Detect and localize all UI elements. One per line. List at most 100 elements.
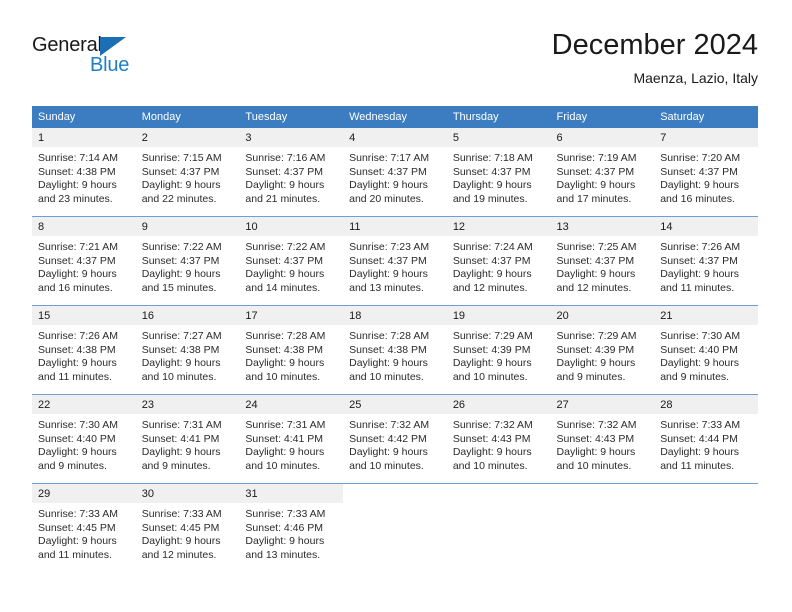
calendar-day-cell [446,483,551,572]
day-number: 21 [654,306,758,325]
calendar-day-cell[interactable]: 9 Sunrise: 7:22 AM Sunset: 4:37 PM Daylight… [135,216,240,306]
day-sun-info: Sunrise: 7:20 AM Sunset: 4:37 PM Daylight:… [654,147,758,206]
calendar-day-cell [550,483,655,572]
sunrise-text: Sunrise: 7:31 AM [141,419,222,431]
calendar-day-cell[interactable]: 20 Sunrise: 7:29 AM Sunset: 4:39 PM Dayligh… [550,305,655,395]
sunrise-text: Sunrise: 7:19 AM [556,152,637,164]
day-sun-info: Sunrise: 7:25 AM Sunset: 4:37 PM Daylight:… [551,236,655,295]
day-cell-content: 24 Sunrise: 7:31 AM Sunset: 4:41 PM Dayligh… [239,395,344,483]
day-number: 28 [654,395,758,414]
day-sun-info: Sunrise: 7:29 AM Sunset: 4:39 PM Daylight:… [551,325,655,384]
daylight-text-line2: and 17 minutes. [556,192,632,205]
calendar-day-cell[interactable]: 24 Sunrise: 7:31 AM Sunset: 4:41 PM Dayligh… [239,394,344,484]
daylight-text-line2: and 11 minutes. [38,370,112,383]
calendar-day-cell[interactable]: 31 Sunrise: 7:33 AM Sunset: 4:46 PM Dayligh… [239,483,344,572]
day-cell-content: 17 Sunrise: 7:28 AM Sunset: 4:38 PM Dayligh… [239,306,344,394]
sunrise-text: Sunrise: 7:28 AM [349,330,430,342]
day-number: 22 [32,395,136,414]
day-cell-content: 21 Sunrise: 7:30 AM Sunset: 4:40 PM Dayligh… [654,306,758,394]
calendar-day-cell[interactable]: 21 Sunrise: 7:30 AM Sunset: 4:40 PM Dayligh… [654,305,758,395]
sunrise-text: Sunrise: 7:29 AM [556,330,637,342]
sunrise-text: Sunrise: 7:22 AM [141,241,222,253]
day-sun-info: Sunrise: 7:32 AM Sunset: 4:43 PM Daylight:… [551,414,655,473]
daylight-text-line2: and 10 minutes. [452,370,528,383]
sunset-text: Sunset: 4:40 PM [38,432,116,445]
calendar-day-cell[interactable]: 22 Sunrise: 7:30 AM Sunset: 4:40 PM Dayligh… [32,394,136,484]
day-number [447,484,551,503]
calendar-day-cell[interactable]: 29 Sunrise: 7:33 AM Sunset: 4:45 PM Dayligh… [32,483,136,572]
sunrise-text: Sunrise: 7:16 AM [245,152,326,164]
calendar-day-cell[interactable]: 28 Sunrise: 7:33 AM Sunset: 4:44 PM Dayligh… [654,394,758,484]
calendar-day-cell[interactable]: 3 Sunrise: 7:16 AM Sunset: 4:37 PM Daylight… [239,128,344,217]
day-cell-content: 22 Sunrise: 7:30 AM Sunset: 4:40 PM Dayligh… [32,395,136,483]
sunrise-text: Sunrise: 7:23 AM [349,241,430,253]
calendar-day-cell[interactable]: 15 Sunrise: 7:26 AM Sunset: 4:38 PM Dayligh… [32,305,136,395]
generalblue-logo: General Blue [32,34,212,84]
calendar-week-row: 15 Sunrise: 7:26 AM Sunset: 4:38 PM Dayligh… [32,305,758,395]
daylight-text-line2: and 9 minutes. [38,459,107,472]
calendar-day-cell[interactable]: 19 Sunrise: 7:29 AM Sunset: 4:39 PM Dayligh… [446,305,551,395]
calendar-grid: Sunday Monday Tuesday Wednesday Thursday… [32,106,758,572]
day-number: 23 [135,395,240,414]
day-number: 9 [135,217,240,236]
calendar-day-cell[interactable]: 26 Sunrise: 7:32 AM Sunset: 4:43 PM Dayligh… [446,394,551,484]
calendar-day-cell[interactable]: 23 Sunrise: 7:31 AM Sunset: 4:41 PM Dayligh… [135,394,240,484]
sunset-text: Sunset: 4:38 PM [38,165,116,178]
day-sun-info: Sunrise: 7:30 AM Sunset: 4:40 PM Daylight:… [654,325,758,384]
day-sun-info: Sunrise: 7:30 AM Sunset: 4:40 PM Daylight:… [32,414,136,473]
daylight-text-line1: Daylight: 9 hours [245,179,325,191]
sunset-text: Sunset: 4:40 PM [660,343,738,356]
daylight-text-line2: and 13 minutes. [245,548,321,561]
daylight-text-line2: and 10 minutes. [245,370,321,383]
calendar-day-cell[interactable]: 4 Sunrise: 7:17 AM Sunset: 4:37 PM Daylight… [343,128,447,217]
sunset-text: Sunset: 4:41 PM [141,432,220,445]
calendar-week-row: 1 Sunrise: 7:14 AM Sunset: 4:38 PM Daylight… [32,128,758,217]
day-sun-info: Sunrise: 7:27 AM Sunset: 4:38 PM Daylight:… [136,325,240,384]
day-sun-info: Sunrise: 7:32 AM Sunset: 4:43 PM Daylight:… [447,414,551,473]
sunrise-text: Sunrise: 7:17 AM [349,152,430,164]
calendar-day-cell[interactable]: 17 Sunrise: 7:28 AM Sunset: 4:38 PM Dayligh… [239,305,344,395]
daylight-text-line2: and 9 minutes. [141,459,211,472]
day-sun-info: Sunrise: 7:33 AM Sunset: 4:45 PM Daylight:… [32,503,136,562]
calendar-day-cell[interactable]: 14 Sunrise: 7:26 AM Sunset: 4:37 PM Dayligh… [654,216,758,306]
calendar-day-cell[interactable]: 16 Sunrise: 7:27 AM Sunset: 4:38 PM Dayligh… [135,305,240,395]
daylight-text-line1: Daylight: 9 hours [38,179,117,191]
day-cell-content: 4 Sunrise: 7:17 AM Sunset: 4:37 PM Daylight… [343,128,447,216]
daylight-text-line2: and 10 minutes. [556,459,632,472]
calendar-day-cell[interactable]: 13 Sunrise: 7:25 AM Sunset: 4:37 PM Dayligh… [550,216,655,306]
daylight-text-line1: Daylight: 9 hours [349,179,428,191]
day-number [343,484,447,503]
daylight-text-line2: and 11 minutes. [660,459,735,472]
day-number [551,484,655,503]
day-sun-info: Sunrise: 7:26 AM Sunset: 4:37 PM Daylight:… [654,236,758,295]
calendar-day-cell[interactable]: 10 Sunrise: 7:22 AM Sunset: 4:37 PM Dayligh… [239,216,344,306]
calendar-day-cell[interactable]: 7 Sunrise: 7:20 AM Sunset: 4:37 PM Daylight… [654,128,758,217]
sunset-text: Sunset: 4:37 PM [141,254,220,267]
calendar-day-cell[interactable]: 12 Sunrise: 7:24 AM Sunset: 4:37 PM Dayligh… [446,216,551,306]
calendar-day-cell[interactable]: 8 Sunrise: 7:21 AM Sunset: 4:37 PM Daylight… [32,216,136,306]
calendar-day-cell[interactable]: 30 Sunrise: 7:33 AM Sunset: 4:45 PM Dayligh… [135,483,240,572]
sunset-text: Sunset: 4:37 PM [452,254,531,267]
sunset-text: Sunset: 4:43 PM [556,432,635,445]
calendar-day-cell[interactable]: 1 Sunrise: 7:14 AM Sunset: 4:38 PM Daylight… [32,128,136,217]
day-cell-content: 19 Sunrise: 7:29 AM Sunset: 4:39 PM Dayligh… [446,306,551,394]
day-sun-info: Sunrise: 7:19 AM Sunset: 4:37 PM Daylight:… [551,147,655,206]
calendar-day-cell[interactable]: 5 Sunrise: 7:18 AM Sunset: 4:37 PM Daylight… [446,128,551,217]
sunrise-text: Sunrise: 7:30 AM [38,419,118,431]
daylight-text-line1: Daylight: 9 hours [38,357,117,369]
calendar-day-cell[interactable]: 25 Sunrise: 7:32 AM Sunset: 4:42 PM Dayligh… [343,394,447,484]
sunset-text: Sunset: 4:37 PM [556,165,635,178]
day-number: 25 [343,395,447,414]
daylight-text-line2: and 23 minutes. [38,192,113,205]
calendar-day-cell[interactable]: 18 Sunrise: 7:28 AM Sunset: 4:38 PM Dayligh… [343,305,447,395]
sunset-text: Sunset: 4:37 PM [349,165,427,178]
sunset-text: Sunset: 4:38 PM [245,343,324,356]
daylight-text-line2: and 12 minutes. [556,281,632,294]
daylight-text-line2: and 10 minutes. [452,459,528,472]
sunset-text: Sunset: 4:46 PM [245,521,324,534]
calendar-day-cell[interactable]: 2 Sunrise: 7:15 AM Sunset: 4:37 PM Daylight… [135,128,240,217]
calendar-day-cell[interactable]: 27 Sunrise: 7:32 AM Sunset: 4:43 PM Dayligh… [550,394,655,484]
calendar-day-cell[interactable]: 6 Sunrise: 7:19 AM Sunset: 4:37 PM Daylight… [550,128,655,217]
calendar-day-cell[interactable]: 11 Sunrise: 7:23 AM Sunset: 4:37 PM Dayligh… [343,216,447,306]
daylight-text-line1: Daylight: 9 hours [660,446,740,458]
